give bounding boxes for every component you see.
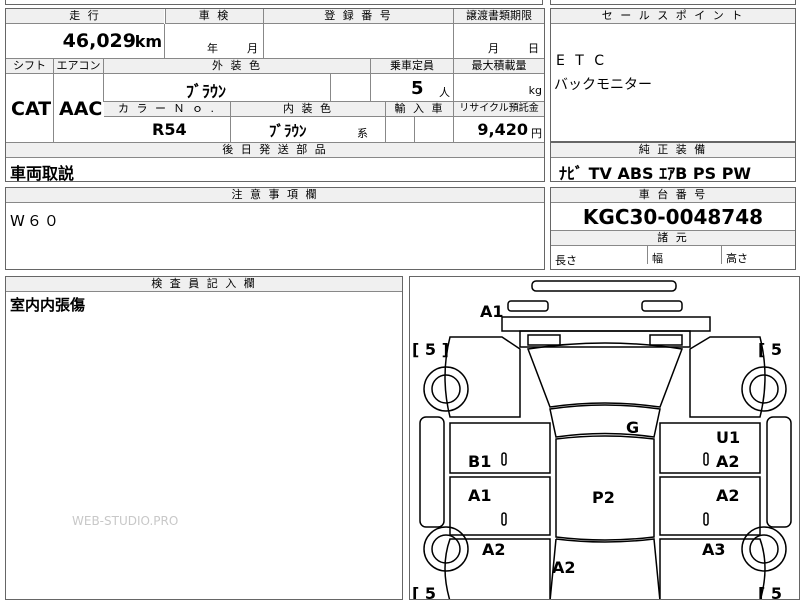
standard-equipment-value: ﾅﾋﾞ TV ABS ｴｱB PS PW <box>559 164 752 183</box>
sales-point-backmonitor: バックモニター <box>554 77 652 93</box>
chassis-box: 車 台 番 号 KGC30-0048748 諸 元 長さ 幅 高さ <box>550 187 796 270</box>
mark-tire-bl: [ 5 <box>412 584 436 600</box>
standard-equipment-box: 純 正 装 備 ﾅﾋﾞ TV ABS ｴｱB PS PW <box>550 142 796 183</box>
aircon-cell: AAC <box>53 74 103 142</box>
notes-label: 注 意 事 項 欄 <box>6 188 544 203</box>
mark-a2-bottom: A2 <box>552 558 576 577</box>
transfer-day-unit: 日 <box>528 42 539 55</box>
inspection-cell: 年 月 <box>164 24 263 58</box>
recycle-fee-unit: 円 <box>531 127 542 140</box>
recycle-fee-cell: 9,420 円 <box>453 117 544 142</box>
registration-label: 登 録 番 号 <box>263 9 453 24</box>
exterior-color-cell: ﾌﾞﾗｳﾝ <box>103 74 370 101</box>
capacity-label: 乗車定員 <box>370 59 453 74</box>
notes-value: W６０ <box>10 212 61 230</box>
inspection-month-unit: 月 <box>247 42 258 55</box>
color-no-value: R54 <box>152 120 187 139</box>
notes-box: 注 意 事 項 欄 W６０ <box>5 187 545 270</box>
interior-color-label: 内 装 色 <box>230 102 385 117</box>
mileage-unit: km <box>134 32 162 51</box>
transfer-docs-label: 譲渡書類期限 <box>453 9 544 24</box>
import-car-cell <box>385 117 453 142</box>
watermark: WEB-STUDIO.PRO <box>72 514 179 528</box>
dimension-width-label: 幅 <box>647 246 663 265</box>
later-parts-label: 後 日 発 送 部 品 <box>6 143 544 158</box>
sales-points-box: セ ー ル ス ポ イ ン ト E T C バックモニター <box>550 8 796 142</box>
max-load-label: 最大積載量 <box>453 59 544 74</box>
capacity-cell: 5 人 <box>370 74 453 101</box>
top-strip-right <box>550 0 796 5</box>
car-diagram-svg: A1 G U1 A2 B1 A1 P2 A2 A2 A3 A2 [ 5 ] [ … <box>412 280 792 600</box>
mark-a1-left: A1 <box>468 486 492 505</box>
capacity-unit: 人 <box>439 86 450 99</box>
transfer-docs-cell: 月 日 <box>453 24 544 58</box>
interior-color-value: ﾌﾞﾗｳﾝ <box>269 122 307 140</box>
mark-p2: P2 <box>592 488 615 507</box>
aircon-label: エアコン <box>53 59 103 74</box>
mileage-label: 走 行 <box>6 9 164 24</box>
mark-a2-right: A2 <box>716 452 740 471</box>
import-car-label: 輸 入 車 <box>385 102 453 117</box>
exterior-color-value: ﾌﾞﾗｳﾝ <box>186 82 227 101</box>
mark-a2-right2: A2 <box>716 486 740 505</box>
later-parts-value: 車両取説 <box>10 164 75 183</box>
transfer-month-unit: 月 <box>488 42 499 55</box>
shift-value: CAT <box>11 98 52 120</box>
registration-cell <box>263 24 453 58</box>
dimension-height-label: 高さ <box>721 246 748 265</box>
color-no-label: カ ラ ー Ｎ ｏ . <box>104 102 230 117</box>
top-strip <box>5 0 543 5</box>
sales-points-label: セ ー ル ス ポ イ ン ト <box>551 9 795 24</box>
interior-color-suffix: 系 <box>357 127 368 140</box>
interior-color-cell: ﾌﾞﾗｳﾝ 系 <box>230 117 385 142</box>
inspection-label: 車 検 <box>165 9 263 24</box>
mileage-cell: 46,029 km <box>6 24 164 58</box>
chassis-label: 車 台 番 号 <box>551 188 795 203</box>
standard-equipment-label: 純 正 装 備 <box>551 143 795 158</box>
exterior-color-label: 外 装 色 <box>103 59 370 74</box>
inspector-box: 検 査 員 記 入 欄 室内内張傷 WEB-STUDIO.PRO <box>5 276 403 600</box>
mark-tire-tl: [ 5 ] <box>412 340 449 359</box>
exterior-color-sub <box>330 74 331 101</box>
inspector-label: 検 査 員 記 入 欄 <box>6 277 402 292</box>
mark-u1: U1 <box>716 428 740 447</box>
chassis-value: KGC30-0048748 <box>582 205 764 229</box>
sales-point-etc: E T C <box>556 53 608 69</box>
dimension-length-label: 長さ <box>555 254 577 267</box>
aircon-value: AAC <box>59 98 103 120</box>
damage-diagram: A1 G U1 A2 B1 A1 P2 A2 A2 A3 A2 [ 5 ] [ … <box>409 276 800 600</box>
recycle-fee-value: 9,420 <box>477 120 528 139</box>
shift-cell: CAT <box>6 74 53 142</box>
mark-a3: A3 <box>702 540 726 559</box>
mark-tire-tr: [ 5 <box>758 340 782 359</box>
color-no-cell: R54 <box>104 117 230 142</box>
import-car-divider <box>414 117 415 142</box>
inspector-value: 室内内張傷 <box>10 296 86 314</box>
mark-a2-left-low: A2 <box>482 540 506 559</box>
mark-b1: B1 <box>468 452 491 471</box>
mark-g: G <box>626 418 639 437</box>
dimensions-label: 諸 元 <box>551 230 795 246</box>
inspection-year-unit: 年 <box>207 42 218 55</box>
mark-tire-br: [ 5 <box>758 584 782 600</box>
shift-label: シフト <box>6 59 53 74</box>
max-load-unit: kg <box>528 84 542 97</box>
mark-a1-top: A1 <box>480 302 504 321</box>
mileage-value: 46,029 <box>62 30 136 52</box>
capacity-value: 5 <box>411 78 424 99</box>
max-load-cell: kg <box>453 74 544 101</box>
recycle-fee-label: リサイクル預託金 <box>453 102 544 117</box>
